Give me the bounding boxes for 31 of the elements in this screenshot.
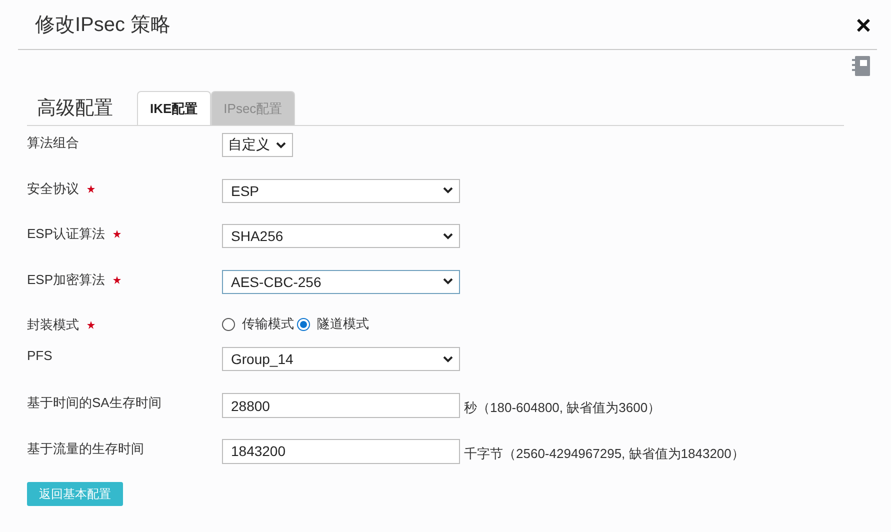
radio-button[interactable]	[222, 318, 235, 330]
field-label: PFS	[27, 348, 52, 363]
notebook-icon[interactable]	[852, 56, 870, 76]
field-label: 基于流量的生存时间	[27, 440, 144, 458]
dropdown[interactable]: 自定义	[222, 133, 293, 157]
dialog-title: 修改IPsec 策略	[35, 13, 171, 38]
chevron-icon	[443, 232, 453, 240]
dropdown[interactable]: AES-CBC-256	[222, 270, 460, 294]
field-label: ESP加密算法	[27, 270, 106, 288]
radio-label: 传输模式	[242, 315, 294, 333]
tab[interactable]: IKE配置	[137, 91, 211, 125]
dropdown[interactable]: ESP	[222, 178, 460, 202]
field-label: 算法组合	[27, 134, 79, 152]
chevron-icon	[443, 356, 453, 362]
input-field[interactable]: 28800	[222, 393, 460, 418]
range-hint: 秒（180-604800, 缺省值为3600）	[464, 399, 661, 417]
field-label: 安全协议	[27, 180, 79, 198]
input-field[interactable]: 1843200	[222, 438, 460, 464]
chevron-icon	[276, 142, 286, 148]
field-label: ESP认证算法	[27, 225, 106, 243]
chevron-icon	[443, 278, 453, 285]
field-label: 封装模式	[27, 316, 79, 334]
close-button[interactable]: ×	[850, 12, 877, 38]
chevron-icon	[443, 187, 453, 194]
section-title: 高级配置	[37, 97, 113, 121]
range-hint: 千字节（2560-4294967295, 缺省值为1843200）	[464, 444, 744, 462]
dropdown[interactable]: Group_14	[222, 347, 460, 371]
dropdown[interactable]: SHA256	[222, 224, 460, 248]
radio-label: 隧道模式	[317, 315, 369, 333]
radio-button[interactable]	[297, 318, 310, 330]
field-label: 基于时间的SA生存时间	[27, 394, 162, 412]
